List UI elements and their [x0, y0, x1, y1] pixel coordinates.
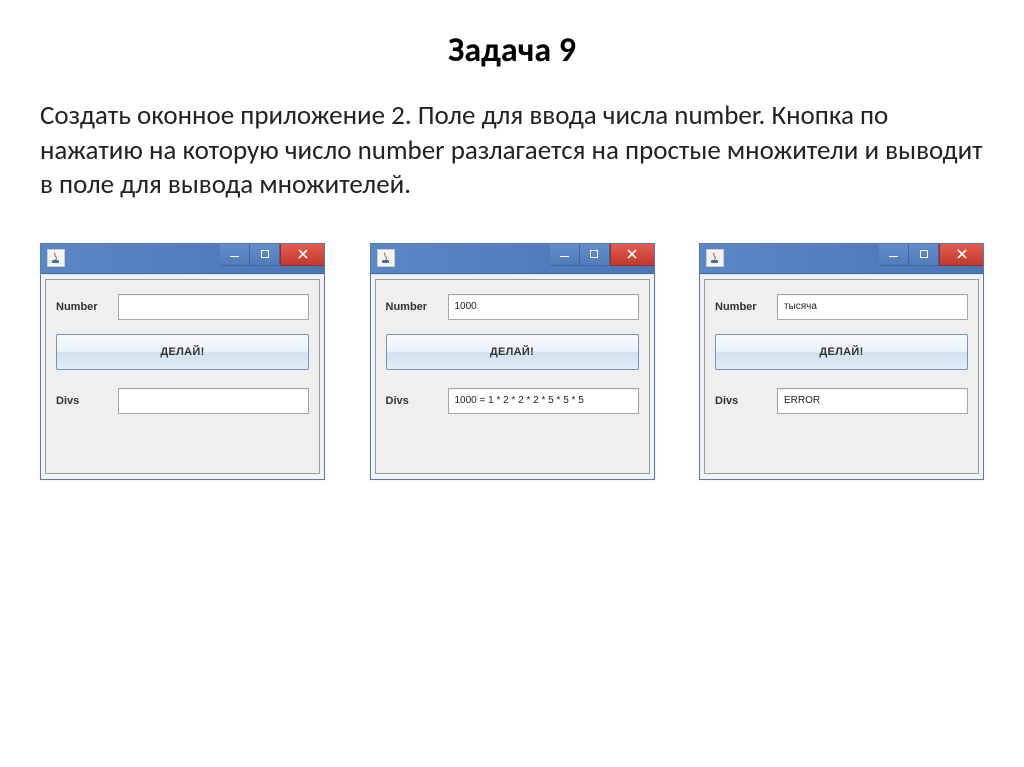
do-button[interactable]: ДЕЛАЙ! [56, 334, 309, 370]
minimize-icon[interactable] [550, 244, 580, 266]
task-description: Создать оконное приложение 2. Поле для в… [40, 99, 984, 203]
titlebar [371, 244, 654, 274]
number-input[interactable] [118, 294, 309, 320]
app-window: Number ДЕЛАЙ! Divs [699, 243, 984, 480]
minimize-icon[interactable] [220, 244, 250, 266]
divs-label: Divs [56, 395, 118, 407]
content-panel: Number ДЕЛАЙ! Divs [45, 279, 320, 474]
close-icon[interactable] [610, 244, 654, 266]
number-label: Number [386, 301, 448, 313]
content-panel: Number ДЕЛАЙ! Divs [375, 279, 650, 474]
minimize-icon[interactable] [879, 244, 909, 266]
app-window: Number ДЕЛАЙ! Divs [40, 243, 325, 480]
divs-output[interactable] [777, 388, 968, 414]
maximize-icon[interactable] [580, 244, 610, 266]
windows-row: Number ДЕЛАЙ! Divs [40, 243, 984, 480]
divs-label: Divs [386, 395, 448, 407]
content-panel: Number ДЕЛАЙ! Divs [704, 279, 979, 474]
number-input[interactable] [777, 294, 968, 320]
do-button[interactable]: ДЕЛАЙ! [715, 334, 968, 370]
close-icon[interactable] [939, 244, 983, 266]
divs-output[interactable] [448, 388, 639, 414]
titlebar [700, 244, 983, 274]
java-cup-icon [47, 249, 65, 267]
number-label: Number [56, 301, 118, 313]
divs-label: Divs [715, 395, 777, 407]
page-title: Задача 9 [40, 30, 984, 71]
close-icon[interactable] [280, 244, 324, 266]
titlebar [41, 244, 324, 274]
do-button[interactable]: ДЕЛАЙ! [386, 334, 639, 370]
java-cup-icon [706, 249, 724, 267]
java-cup-icon [377, 249, 395, 267]
maximize-icon[interactable] [250, 244, 280, 266]
number-label: Number [715, 301, 777, 313]
number-input[interactable] [448, 294, 639, 320]
divs-output[interactable] [118, 388, 309, 414]
app-window: Number ДЕЛАЙ! Divs [370, 243, 655, 480]
maximize-icon[interactable] [909, 244, 939, 266]
